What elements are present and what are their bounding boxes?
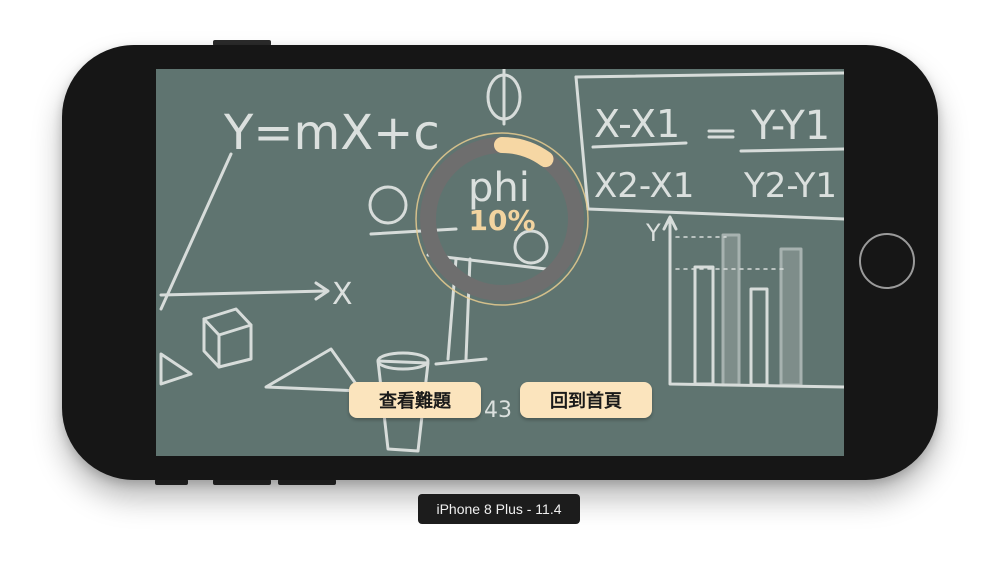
return-home-button[interactable]: 回到首頁 bbox=[520, 382, 652, 418]
review-difficult-questions-button[interactable]: 查看難題 bbox=[349, 382, 481, 418]
chalk-number: 43 bbox=[484, 398, 512, 423]
progress-ring: 10% bbox=[407, 124, 597, 314]
chalk-axis-x: X bbox=[332, 277, 353, 312]
chalk-formula-y2: Y2-Y1 bbox=[743, 166, 837, 206]
chalk-formula-y: Y-Y1 bbox=[750, 103, 830, 149]
chalk-formula-x2: X2-X1 bbox=[594, 166, 694, 206]
chalk-axis-y: Y bbox=[645, 219, 661, 247]
home-button[interactable] bbox=[859, 233, 915, 289]
chalk-axis-line bbox=[159, 152, 233, 311]
app-screen: Y=mX+c X phi X-X1 X2-X1 Y-Y1 Y2-Y1 Y 43 … bbox=[156, 69, 844, 456]
progress-percentage-label: 10% bbox=[468, 204, 536, 237]
chalk-formula-x: X-X1 bbox=[594, 102, 680, 146]
simulator-device-label: iPhone 8 Plus - 11.4 bbox=[418, 494, 580, 524]
simulator-stage: Y=mX+c X phi X-X1 X2-X1 Y-Y1 Y2-Y1 Y 43 … bbox=[0, 0, 1000, 579]
